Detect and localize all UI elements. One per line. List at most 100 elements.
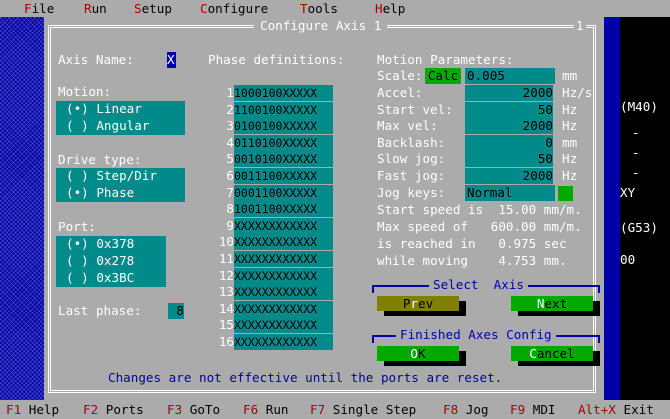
jog-keys-dropdown-button[interactable] [558,186,573,201]
phase-definition-input[interactable]: XXXXXXXXXXXX [234,284,333,301]
status-f7-label: Single Step [325,402,417,417]
phase-definition-input[interactable]: XXXXXXXXXXXX [234,217,333,234]
scale-input[interactable]: 0.005 [465,68,555,84]
phase-definition-input[interactable]: 1100100XXXXX [234,101,333,118]
phase-definitions-label: Phase definitions: [208,52,345,67]
status-f1-label: Help [21,402,60,417]
status-f7-key: F7 [310,402,326,417]
port-378-radio[interactable]: (•) 0x378 [66,236,134,253]
scale-unit: mm [562,68,578,83]
phase-number: 15 [218,317,234,333]
status-f7-single-step[interactable]: F7 Single Step [310,402,416,419]
menu-tools[interactable]: Tools [300,0,338,17]
menu-file[interactable]: File [24,0,54,17]
phase-number: 16 [218,334,234,349]
prev-button[interactable]: Prev [377,296,459,311]
port-278-radio[interactable]: ( ) 0x278 [66,253,134,270]
param-value-input[interactable]: 2000 [465,168,553,184]
prev-button-hotkey: r [410,296,418,311]
phase-definition-input[interactable]: 0001100XXXXX [234,184,333,201]
param-value-input[interactable]: 2000 [465,118,553,135]
start-speed-info: Start speed is 15.00 mm/m. [377,202,582,217]
param-value-input[interactable]: 0 [465,134,553,151]
last-phase-label: Last phase: [58,303,142,318]
motion-angular-radio[interactable]: ( ) Angular [66,118,149,135]
status-f9-key: F9 [510,402,526,417]
status-f8-label: Jog [458,402,489,417]
status-f1-help[interactable]: F1 Help [6,402,59,419]
menu-setup[interactable]: Setup [134,0,172,17]
phase-definition-input[interactable]: XXXXXXXXXXXX [234,267,333,284]
phase-number: 12 [218,267,234,283]
phase-definition-input[interactable]: XXXXXXXXXXXX [234,234,333,251]
menu-configure[interactable]: Configure [200,0,268,17]
status-f8-key: F8 [443,402,459,417]
phase-definition-input[interactable]: 1001100XXXXX [234,201,333,218]
param-unit: Hz/s [562,85,593,100]
param-label: Start vel: [377,101,453,117]
phase-number: 7 [226,184,234,200]
jog-keys-label: Jog keys: [377,185,446,200]
status-alt-x-exit[interactable]: Alt+X Exit [578,402,654,419]
phase-definition-input[interactable]: 1000100XXXXX [234,85,333,101]
phase-definition-input[interactable]: XXXXXXXXXXXX [234,317,333,334]
param-label: Accel: [377,85,423,100]
cancel-button[interactable]: Cancel [511,346,593,361]
status-f8-jog[interactable]: F8 Jog [443,402,489,419]
menu-file-hotkey: F [24,1,32,16]
status-f2-ports[interactable]: F2 Ports [83,402,144,419]
menu-run[interactable]: Run [84,0,107,17]
next-button-label-post: ext [544,296,568,311]
status-alt-x-label: Exit [615,402,654,417]
status-f6-run[interactable]: F6 Run [243,402,289,419]
phase-definition-input[interactable]: 0011100XXXXX [234,168,333,184]
phase-number: 6 [226,168,234,183]
motion-linear-radio[interactable]: (•) Linear [66,101,142,118]
menu-help-label: elp [382,1,406,16]
menu-run-hotkey: R [84,1,92,16]
phase-number: 10 [218,234,234,250]
cancel-button-hotkey: C [529,346,537,361]
phase-definition-input[interactable]: XXXXXXXXXXXX [234,300,333,317]
drive-type-label: Drive type: [58,152,142,167]
last-phase-input[interactable]: 8 [168,303,184,319]
changes-note: Changes are not effective until the port… [108,370,503,385]
menu-setup-hotkey: S [134,1,142,16]
param-value-input[interactable]: 50 [465,101,553,118]
ok-button[interactable]: OK [377,346,459,361]
param-label: Fast jog: [377,168,446,183]
phase-number: 5 [226,151,234,167]
phase-number: 4 [226,134,234,150]
param-value-input[interactable]: 2000 [465,85,553,101]
phase-definition-input[interactable]: 0100100XXXXX [234,118,333,135]
jog-keys-select[interactable]: Normal [465,185,555,201]
menu-tools-hotkey: T [300,1,308,16]
phase-number: 3 [226,118,234,134]
phase-number: 13 [218,284,234,300]
status-f9-mdi[interactable]: F9 MDI [510,402,556,419]
phase-definition-input[interactable]: XXXXXXXXXXXX [234,334,333,350]
menu-help[interactable]: Help [375,0,405,17]
phase-number: 9 [226,217,234,233]
side-text-dash-3: - [632,165,640,180]
axis-name-input[interactable]: X [167,52,176,68]
param-value-input[interactable]: 50 [465,151,553,168]
ok-button-hotkey: O [410,346,418,361]
motion-parameters-label: Motion Parameters: [377,52,514,67]
scale-label: Scale: [377,68,423,83]
port-3bc-radio[interactable]: ( ) 0x3BC [66,270,134,287]
phase-definition-input[interactable]: XXXXXXXXXXXX [234,251,333,267]
desktop-background-left [0,17,44,400]
drive-phase-radio[interactable]: (•) Phase [66,185,134,202]
axis-name-label: Axis Name: [58,52,134,67]
calc-button[interactable]: Calc [425,68,461,84]
drive-stepdir-radio[interactable]: ( ) Step/Dir [66,168,157,185]
param-unit: mm [562,134,578,150]
phase-definition-input[interactable]: 0110100XXXXX [234,134,333,151]
phase-definition-input[interactable]: 0010100XXXXX [234,151,333,168]
status-f3-goto[interactable]: F3 GoTo [167,402,220,419]
next-button[interactable]: Next [511,296,593,311]
menu-file-label: ile [31,1,55,16]
max-speed-info: Max speed of 600.00 mm/m. [377,219,582,234]
select-axis-label: Select Axis [429,277,528,294]
